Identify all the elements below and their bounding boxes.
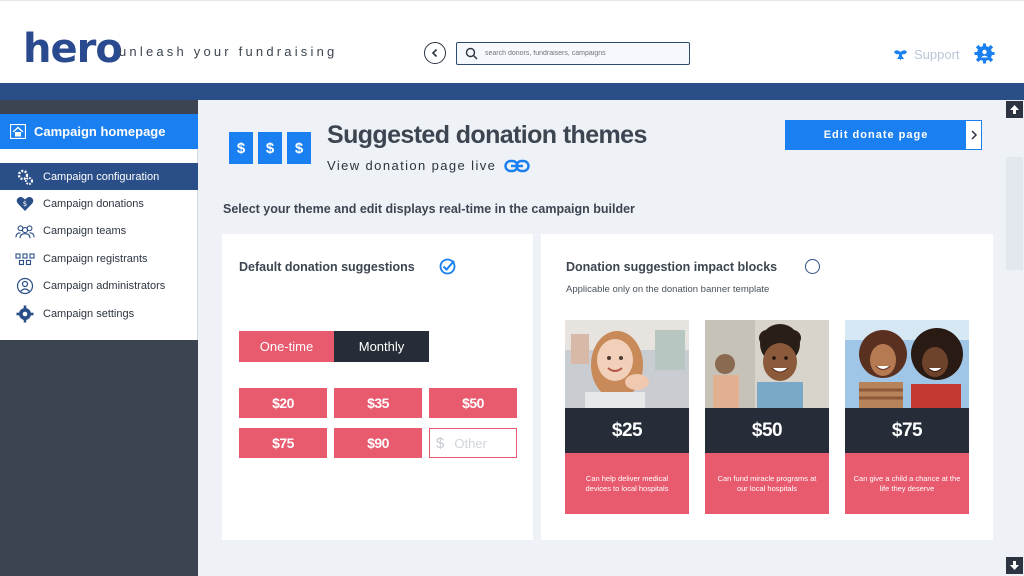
admin-icon: [15, 277, 35, 295]
sidebar-item-label: Campaign administrators: [43, 280, 166, 293]
impact-amount: $50: [705, 408, 829, 453]
card-note: Applicable only on the donation banner t…: [566, 284, 770, 295]
selected-check-icon[interactable]: [439, 258, 456, 275]
chevron-left-icon: [431, 48, 438, 58]
support-link[interactable]: Support: [893, 47, 960, 62]
dollar-tiles: $ $ $: [229, 132, 311, 164]
chevron-right-icon: [966, 121, 981, 149]
sidebar-item-campaign-registrants[interactable]: Campaign registrants: [0, 245, 198, 272]
amount-button[interactable]: $50: [429, 388, 517, 418]
sidebar-item-campaign-homepage[interactable]: Campaign homepage: [0, 114, 198, 149]
settings-icon: [15, 305, 35, 323]
svg-text:$: $: [23, 200, 27, 208]
unselected-radio[interactable]: [805, 259, 820, 274]
sidebar-item-label: Campaign configuration: [43, 170, 160, 183]
impact-blocks-card[interactable]: Donation suggestion impact blocks Applic…: [541, 234, 993, 540]
header-band: [0, 83, 1024, 100]
tagline: unleash your fundraising: [119, 44, 338, 59]
frequency-toggle: One-time Monthly: [239, 331, 429, 362]
amount-button[interactable]: $20: [239, 388, 327, 418]
page-title: Suggested donation themes: [327, 121, 647, 149]
sidebar-item-label: Campaign registrants: [43, 252, 148, 265]
people-photo: [845, 320, 969, 408]
sidebar-item-campaign-configuration[interactable]: Campaign configuration: [0, 163, 198, 191]
edit-donate-page-button[interactable]: Edit donate page: [785, 120, 982, 150]
impact-amount: $25: [565, 408, 689, 453]
search-box[interactable]: [456, 42, 690, 65]
sidebar-item-campaign-teams[interactable]: Campaign teams: [0, 218, 198, 245]
scroll-up-button[interactable]: [1006, 101, 1023, 118]
sidebar-item-label: Campaign donations: [43, 198, 144, 211]
other-amount-field[interactable]: $ Other: [429, 428, 517, 458]
amount-button[interactable]: $35: [334, 388, 422, 418]
vertical-scrollbar[interactable]: [1004, 100, 1024, 576]
card-title: Default donation suggestions: [239, 260, 415, 274]
sidebar-item-label: Campaign teams: [43, 225, 127, 238]
sidebar-nav: Campaign homepage Campaign configuration…: [0, 114, 198, 340]
impact-block[interactable]: $50 Can fund miracle programs at our loc…: [705, 320, 829, 514]
sidebar-item-label: Campaign settings: [43, 307, 135, 320]
search-input[interactable]: [485, 46, 685, 61]
dollar-tile: $: [229, 132, 253, 164]
account-settings-icon[interactable]: [974, 43, 995, 64]
child-photo: [565, 320, 689, 408]
view-live-link[interactable]: View donation page live: [327, 158, 530, 173]
impact-description: Can fund miracle programs at our local h…: [705, 453, 829, 514]
back-button[interactable]: [424, 42, 446, 64]
impact-block[interactable]: $75 Can give a child a chance at the lif…: [845, 320, 969, 514]
edit-donate-page-label: Edit donate page: [786, 121, 967, 149]
view-live-label: View donation page live: [327, 158, 497, 173]
sidebar-item-campaign-administrators[interactable]: Campaign administrators: [0, 273, 198, 300]
sidebar-item-campaign-settings[interactable]: Campaign settings: [0, 300, 198, 327]
impact-block[interactable]: $25 Can help deliver medical devices to …: [565, 320, 689, 514]
arrow-down-icon: [1010, 561, 1019, 570]
dollar-sign-icon: $: [436, 434, 445, 452]
scroll-thumb[interactable]: [1006, 157, 1023, 270]
top-header: hero unleash your fundraising Support: [0, 0, 1024, 83]
gear-cluster-icon: [15, 168, 35, 186]
other-placeholder: Other: [454, 435, 487, 451]
registrants-icon: [15, 250, 35, 268]
amount-button[interactable]: $90: [334, 428, 422, 458]
amount-grid: $20 $35 $50 $75 $90 $ Other: [239, 388, 517, 458]
team-icon: [15, 222, 35, 240]
arrow-up-icon: [1010, 105, 1019, 114]
impact-blocks: $25 Can help deliver medical devices to …: [565, 320, 969, 514]
dollar-tile: $: [258, 132, 282, 164]
support-label: Support: [914, 47, 960, 62]
dollar-tile: $: [287, 132, 311, 164]
default-suggestions-card[interactable]: Default donation suggestions One-time Mo…: [222, 234, 533, 540]
impact-amount: $75: [845, 408, 969, 453]
search-icon: [465, 47, 478, 60]
sidebar-item-label: Campaign homepage: [34, 124, 166, 139]
amount-button[interactable]: $75: [239, 428, 327, 458]
link-icon: [504, 159, 530, 172]
scroll-down-button[interactable]: [1006, 557, 1023, 574]
sidebar-item-campaign-donations[interactable]: $ Campaign donations: [0, 190, 198, 217]
impact-description: Can help deliver medical devices to loca…: [565, 453, 689, 514]
card-title: Donation suggestion impact blocks: [566, 260, 778, 274]
heart-icon: $: [15, 195, 35, 213]
child-photo: [705, 320, 829, 408]
hero-logo[interactable]: hero: [23, 26, 123, 72]
tab-monthly[interactable]: Monthly: [334, 331, 429, 362]
tab-one-time[interactable]: One-time: [239, 331, 334, 362]
section-subtitle: Select your theme and edit displays real…: [223, 202, 635, 216]
impact-description: Can give a child a chance at the life th…: [845, 453, 969, 514]
home-icon: [10, 124, 26, 139]
support-icon: [894, 49, 907, 61]
